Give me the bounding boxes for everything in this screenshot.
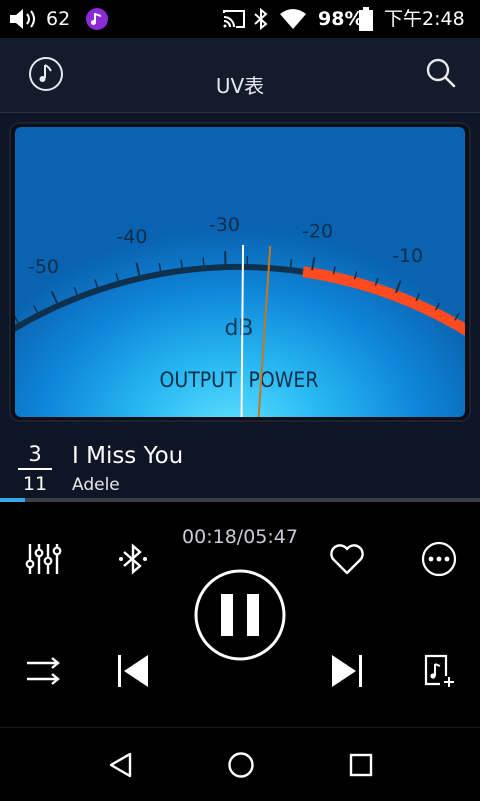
meter-tick bbox=[159, 263, 160, 271]
more-icon[interactable] bbox=[420, 540, 458, 578]
clock: 下午2:48 bbox=[384, 8, 465, 30]
meter-scale-label: -20 bbox=[302, 221, 333, 243]
system-nav-bar bbox=[0, 727, 480, 801]
meter-tick bbox=[15, 316, 18, 323]
equalizer-icon[interactable] bbox=[24, 540, 62, 578]
battery-percent: 98% bbox=[318, 8, 363, 30]
meter-caption: OUTPUT POWER bbox=[160, 368, 319, 392]
meter-tick bbox=[136, 263, 139, 276]
volume-icon bbox=[8, 7, 40, 31]
volume-level: 62 bbox=[46, 8, 70, 30]
meter-red-zone bbox=[303, 272, 465, 334]
meter-scale-label: -50 bbox=[28, 256, 59, 278]
meter-tick bbox=[52, 291, 57, 303]
search-icon[interactable] bbox=[424, 56, 458, 90]
page-title: UV表 bbox=[0, 74, 480, 98]
pause-icon[interactable] bbox=[193, 568, 287, 662]
meter-scale-label: -10 bbox=[392, 245, 423, 267]
bluetooth-icon[interactable] bbox=[114, 540, 152, 578]
meter-scale-label: -30 bbox=[209, 214, 240, 236]
bluetooth-status-icon bbox=[252, 8, 270, 30]
cast-icon bbox=[222, 9, 246, 29]
music-app-notification-icon bbox=[85, 7, 109, 31]
track-position: 3 11 bbox=[18, 441, 52, 495]
heart-icon[interactable] bbox=[328, 540, 366, 578]
vu-meter-face: -60-50-40-30-20-100 dB OUTPUT POWER bbox=[15, 127, 465, 417]
track-index: 3 bbox=[18, 441, 52, 467]
meter-tick bbox=[74, 287, 77, 294]
meter-tick bbox=[203, 257, 204, 265]
back-icon[interactable] bbox=[106, 750, 136, 780]
track-info: 3 11 I Miss You Adele bbox=[0, 433, 480, 498]
meter-unit-label: dB bbox=[224, 316, 253, 341]
shuffle-icon[interactable] bbox=[24, 652, 62, 690]
meter-tick bbox=[181, 260, 182, 268]
status-bar: 62 98% 下午2:48 bbox=[0, 0, 480, 38]
seek-bar[interactable] bbox=[0, 498, 480, 502]
artist-name: Adele bbox=[72, 475, 120, 495]
track-divider bbox=[18, 468, 52, 470]
battery-icon bbox=[359, 7, 373, 31]
seek-bar-progress bbox=[0, 498, 25, 502]
home-icon[interactable] bbox=[226, 750, 256, 780]
recents-icon[interactable] bbox=[346, 750, 376, 780]
wifi-icon bbox=[279, 8, 307, 30]
song-title: I Miss You bbox=[72, 443, 183, 469]
add-to-playlist-icon[interactable] bbox=[420, 652, 458, 690]
app-header: UV表 bbox=[0, 38, 480, 113]
vu-meter-dial: -60-50-40-30-20-100 dB OUTPUT POWER bbox=[15, 127, 465, 417]
meter-scale-label: -40 bbox=[116, 226, 147, 248]
meter-tick bbox=[95, 280, 98, 288]
track-total: 11 bbox=[18, 473, 52, 495]
previous-icon[interactable] bbox=[114, 652, 152, 690]
vu-meter-panel: -60-50-40-30-20-100 dB OUTPUT POWER bbox=[0, 113, 480, 433]
next-icon[interactable] bbox=[328, 652, 366, 690]
meter-tick bbox=[291, 259, 292, 267]
meter-tick bbox=[34, 305, 38, 312]
playback-time: 00:18/05:47 bbox=[0, 526, 480, 548]
vu-meter-bezel: -60-50-40-30-20-100 dB OUTPUT POWER bbox=[9, 122, 471, 422]
meter-tick bbox=[116, 273, 118, 281]
